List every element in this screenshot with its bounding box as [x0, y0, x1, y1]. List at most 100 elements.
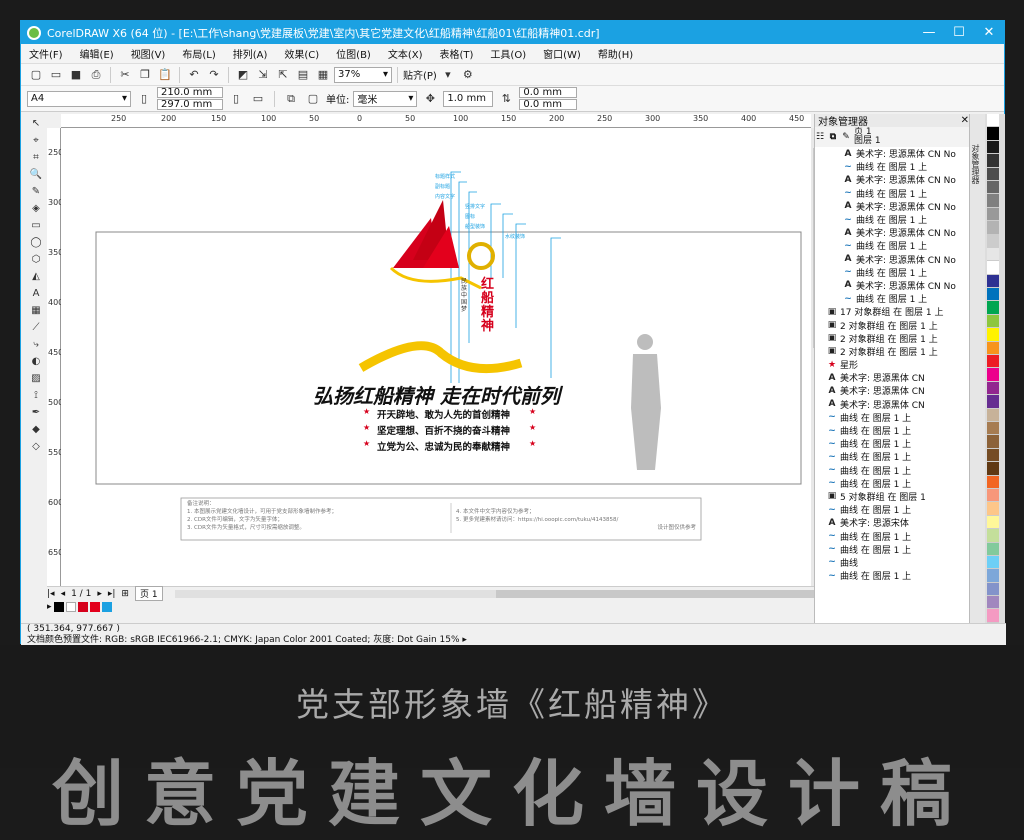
color-swatch[interactable] — [987, 381, 999, 396]
publish-pdf-icon[interactable]: ▤ — [294, 67, 312, 83]
chevron-down-icon[interactable]: ▾ — [439, 67, 457, 83]
maximize-button[interactable]: ☐ — [944, 25, 974, 40]
object-tree-row[interactable]: A 美术字: 思源黑体 CN No — [815, 173, 969, 187]
color-swatch[interactable] — [101, 602, 112, 612]
object-tree-row[interactable]: ~ 曲线 在 图层 1 上 — [815, 569, 969, 583]
zoom-level-combo[interactable]: 37% ▾ — [334, 66, 392, 83]
layer-view-icon[interactable]: ⧉ — [828, 132, 838, 142]
page-tab[interactable]: 页 1 — [134, 586, 163, 601]
object-tree-row[interactable]: ▣ 2 对象群组 在 图层 1 上 — [815, 318, 969, 332]
object-tree-row[interactable]: A 美术字: 思源黑体 CN No — [815, 279, 969, 292]
current-page-icon[interactable]: ▢ — [304, 91, 322, 107]
zoom-tool-icon[interactable]: 🔍 — [28, 167, 44, 182]
object-tree-row[interactable]: ~ 曲线 在 图层 1 上 — [815, 292, 969, 306]
menu-edit[interactable]: 编辑(E) — [80, 46, 114, 61]
color-swatch[interactable] — [987, 194, 999, 208]
save-icon[interactable]: ■ — [67, 67, 85, 83]
object-tree-row[interactable]: A 美术字: 思源黑体 CN No — [815, 226, 969, 240]
connector-tool-icon[interactable]: ⤷ — [28, 337, 44, 352]
object-tree-row[interactable]: ▣ 5 对象群组 在 图层 1 — [815, 490, 969, 503]
color-swatch[interactable] — [89, 602, 100, 612]
color-swatch[interactable] — [987, 529, 999, 543]
freehand-tool-icon[interactable]: ✎ — [28, 184, 44, 199]
object-tree-row[interactable]: ~ 曲线 在 图层 1 上 — [815, 411, 969, 424]
object-tree-row[interactable]: A 美术字: 思源黑体 CN — [815, 371, 969, 385]
polygon-tool-icon[interactable]: ⬡ — [28, 252, 44, 267]
object-tree-row[interactable]: ~ 曲线 在 图层 1 上 — [815, 160, 969, 174]
landscape-icon[interactable]: ▭ — [249, 91, 267, 107]
menu-table[interactable]: 表格(T) — [440, 46, 474, 61]
options-icon[interactable]: ⚙ — [459, 67, 477, 83]
all-pages-icon[interactable]: ⧉ — [282, 91, 300, 107]
import-icon[interactable]: ⇲ — [254, 67, 272, 83]
new-icon[interactable]: ▢ — [27, 67, 45, 83]
color-swatch[interactable] — [987, 140, 999, 155]
color-swatch[interactable] — [987, 475, 999, 489]
page-height-field[interactable]: 297.0 mm — [157, 99, 223, 110]
object-tree-row[interactable]: ~ 曲线 在 图层 1 上 — [815, 424, 969, 438]
object-tree-row[interactable]: A 美术字: 思源宋体 — [815, 516, 969, 530]
ellipse-tool-icon[interactable]: ◯ — [28, 235, 44, 250]
object-tree-row[interactable]: A 美术字: 思源黑体 CN No — [815, 253, 969, 266]
units-combo[interactable]: 毫米 ▾ — [353, 90, 418, 107]
color-swatch[interactable] — [987, 221, 999, 235]
menu-help[interactable]: 帮助(H) — [598, 46, 633, 61]
paste-icon[interactable]: 📋 — [156, 67, 174, 83]
object-tree-row[interactable]: ▣ 17 对象群组 在 图层 1 上 — [815, 305, 969, 319]
smart-fill-icon[interactable]: ◈ — [28, 201, 44, 216]
page-width-field[interactable]: 210.0 mm — [157, 87, 223, 98]
menu-bitmaps[interactable]: 位图(B) — [336, 46, 371, 61]
color-swatch[interactable] — [987, 355, 999, 369]
blend-tool-icon[interactable]: ◐ — [28, 354, 44, 369]
color-swatch[interactable] — [987, 542, 999, 556]
prev-page-icon[interactable]: ◂ — [61, 589, 66, 599]
color-swatch[interactable] — [53, 602, 64, 612]
page-size-combo[interactable]: A4 ▾ — [27, 90, 131, 107]
crop-tool-icon[interactable]: ⌗ — [28, 150, 44, 165]
menu-tools[interactable]: 工具(O) — [490, 46, 526, 61]
menu-file[interactable]: 文件(F) — [29, 46, 63, 61]
object-tree-row[interactable]: ~ 曲线 在 图层 1 上 — [815, 213, 969, 227]
color-swatch[interactable] — [987, 234, 999, 248]
pick-tool-icon[interactable]: ↖ — [28, 116, 44, 131]
outline-pen-icon[interactable]: ✒ — [28, 405, 44, 420]
color-swatch[interactable] — [987, 314, 999, 329]
last-page-icon[interactable]: ▸| — [108, 589, 116, 599]
color-swatch[interactable] — [987, 180, 999, 195]
first-page-icon[interactable]: |◂ — [47, 589, 55, 599]
color-swatch[interactable] — [987, 502, 999, 516]
color-swatch[interactable] — [987, 488, 999, 503]
object-tree-row[interactable]: ~ 曲线 — [815, 556, 969, 569]
object-tree-row[interactable]: A 美术字: 思源黑体 CN No — [815, 200, 969, 213]
color-swatch[interactable] — [987, 395, 999, 409]
close-button[interactable]: ✕ — [974, 25, 1004, 40]
layer-edit-icon[interactable]: ✎ — [841, 132, 851, 142]
object-tree-row[interactable]: ~ 曲线 在 图层 1 上 — [815, 464, 969, 477]
dimension-tool-icon[interactable]: ⟋ — [28, 320, 44, 335]
add-page-icon[interactable]: ⊞ — [121, 589, 129, 599]
open-icon[interactable]: ▭ — [47, 67, 65, 83]
duplicate-y-field[interactable]: 0.0 mm — [519, 99, 578, 110]
close-icon[interactable]: ✕ — [961, 115, 969, 126]
color-swatch[interactable] — [987, 341, 999, 356]
object-tree-row[interactable]: ~ 曲线 在 图层 1 上 — [815, 450, 969, 464]
snap-to-dropdown[interactable]: 贴齐(P) — [403, 67, 437, 82]
object-tree-row[interactable]: ▣ 2 对象群组 在 图层 1 上 — [815, 345, 969, 358]
redo-icon[interactable]: ↷ — [205, 67, 223, 83]
color-swatch[interactable] — [987, 328, 999, 342]
object-tree-row[interactable]: A 美术字: 思源黑体 CN No — [815, 147, 969, 161]
print-icon[interactable]: ⎙ — [87, 67, 105, 83]
color-swatch[interactable] — [987, 435, 999, 449]
duplicate-x-field[interactable]: 0.0 mm — [519, 87, 578, 98]
menu-effects[interactable]: 效果(C) — [284, 46, 319, 61]
object-tree-row[interactable]: ▣ 2 对象群组 在 图层 1 上 — [815, 332, 969, 345]
color-swatch[interactable] — [987, 596, 999, 610]
palette-menu-icon[interactable]: ▸ — [47, 602, 52, 612]
export-icon[interactable]: ⇱ — [274, 67, 292, 83]
layer-options-icon[interactable]: ☷ — [815, 132, 825, 142]
portrait-icon[interactable]: ▯ — [227, 91, 245, 107]
cut-icon[interactable]: ✂ — [116, 67, 134, 83]
color-swatch[interactable] — [987, 462, 999, 476]
table-tool-icon[interactable]: ▦ — [28, 303, 44, 318]
object-tree-row[interactable]: ~ 曲线 在 图层 1 上 — [815, 239, 969, 253]
